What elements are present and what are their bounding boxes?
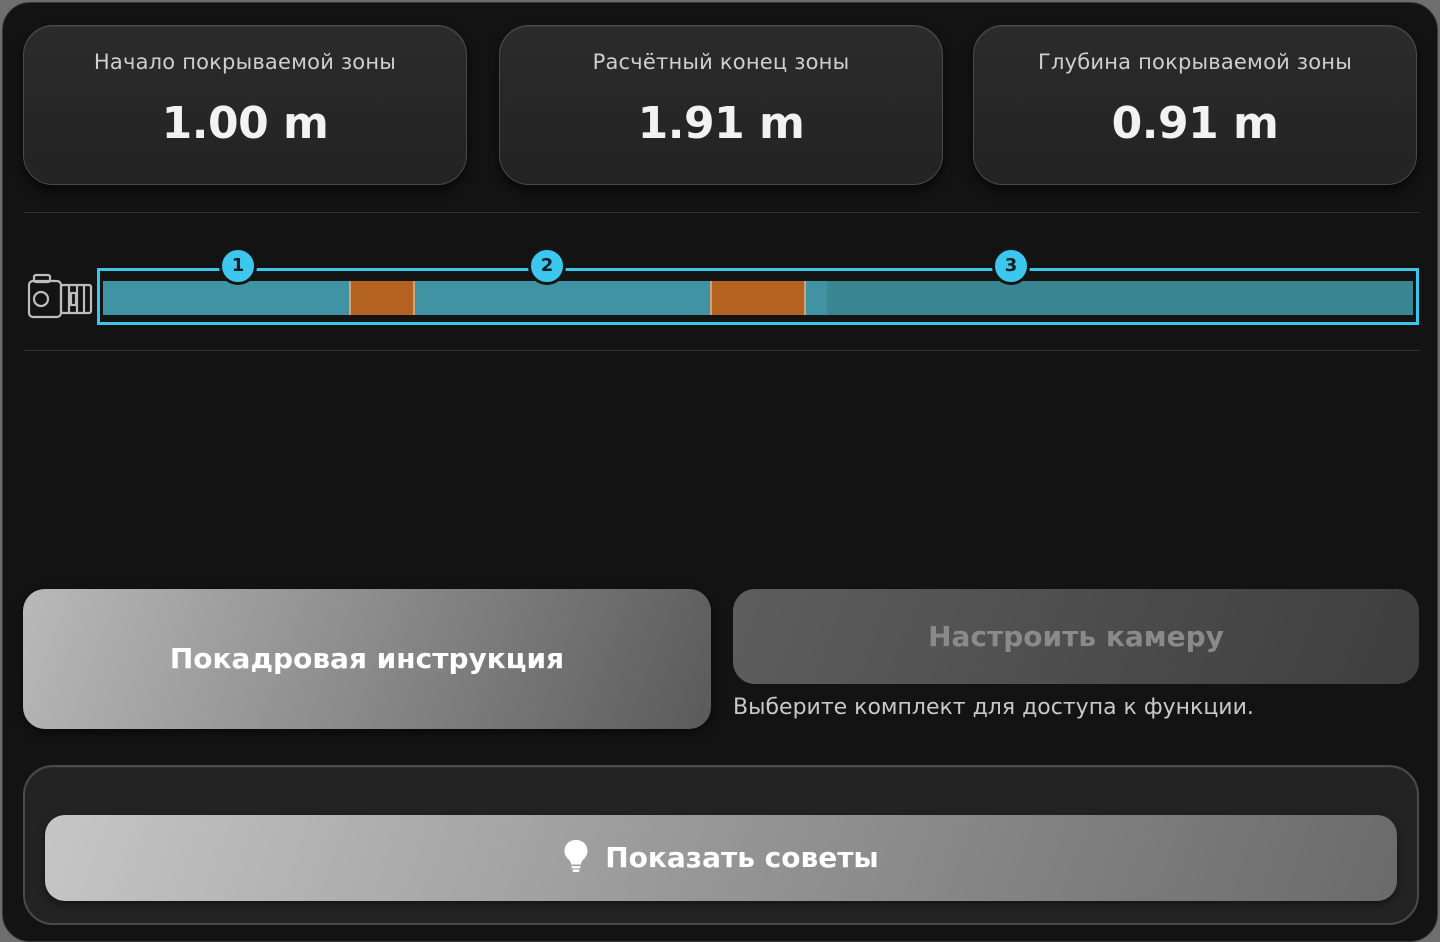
show-tips-label: Показать советы bbox=[605, 841, 879, 874]
far-zone bbox=[827, 281, 1413, 315]
end-zone-value: 1.91 m bbox=[637, 98, 805, 149]
start-zone-value: 1.00 m bbox=[161, 98, 329, 149]
depth-zone-label: Глубина покрываемой зоны bbox=[1037, 50, 1352, 74]
marker-3[interactable]: 3 bbox=[992, 247, 1030, 285]
coverage-bar bbox=[97, 268, 1419, 325]
coverage-panel: Начало покрываемой зоны 1.00 m Расчётный… bbox=[2, 2, 1438, 942]
lightbulb-icon bbox=[564, 840, 588, 872]
marker-1[interactable]: 1 bbox=[219, 247, 257, 285]
start-zone-label: Начало покрываемой зоны bbox=[93, 50, 397, 74]
bottom-divider bbox=[23, 350, 1419, 351]
end-zone-label: Расчётный конец зоны bbox=[592, 50, 850, 74]
start-zone-card: Начало покрываемой зоны 1.00 m bbox=[23, 25, 467, 185]
gap-segment-2 bbox=[710, 281, 806, 315]
end-zone-card: Расчётный конец зоны 1.91 m bbox=[499, 25, 943, 185]
tips-panel: Показать советы bbox=[23, 765, 1419, 925]
depth-zone-value: 0.91 m bbox=[1111, 98, 1279, 149]
configure-camera-button[interactable]: Настроить камеру bbox=[733, 589, 1419, 684]
show-tips-button[interactable]: Показать советы bbox=[45, 815, 1397, 901]
configure-camera-hint: Выберите комплект для доступа к функции. bbox=[733, 695, 1254, 720]
depth-zone-card: Глубина покрываемой зоны 0.91 m bbox=[973, 25, 1417, 185]
coverage-zone bbox=[103, 281, 1413, 315]
camera-icon bbox=[27, 273, 93, 319]
marker-2[interactable]: 2 bbox=[528, 247, 566, 285]
frame-instruction-button[interactable]: Покадровая инструкция bbox=[23, 589, 711, 729]
top-divider bbox=[23, 212, 1419, 213]
gap-segment-1 bbox=[349, 281, 415, 315]
